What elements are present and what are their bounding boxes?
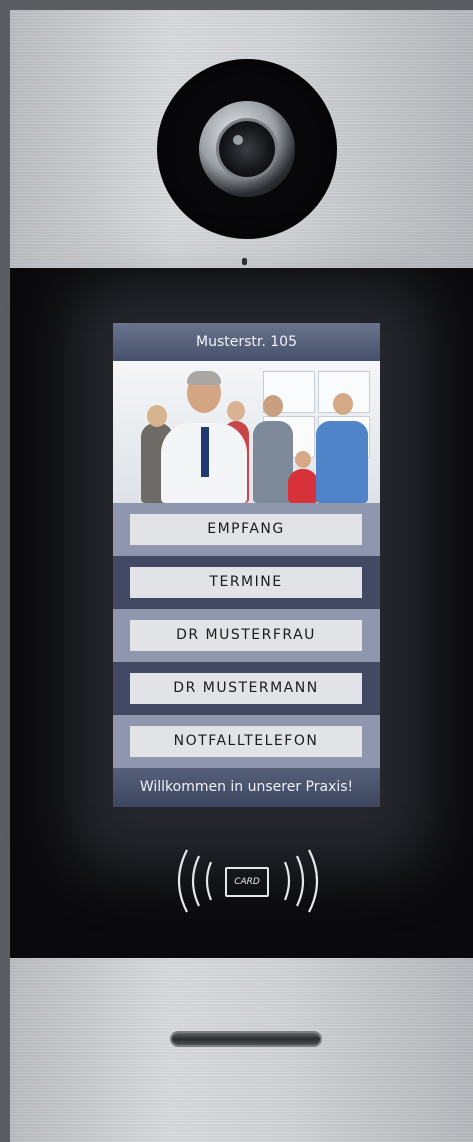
empfang-button[interactable]: EMPFANG: [130, 514, 362, 545]
microphone-icon: [242, 258, 247, 265]
termine-button[interactable]: TERMINE: [130, 567, 362, 598]
display-screen: Musterstr. 105 EMPFANG TERMINE DR MUSTER…: [113, 323, 380, 807]
camera-lens-icon: [199, 101, 295, 197]
intercom-panel: Musterstr. 105 EMPFANG TERMINE DR MUSTER…: [10, 10, 473, 1142]
speaker-plate: [10, 958, 473, 1142]
address-header: Musterstr. 105: [113, 323, 380, 361]
camera-plate: [10, 10, 473, 268]
card-icon: CARD: [225, 867, 269, 897]
notfalltelefon-button[interactable]: NOTFALLTELEFON: [130, 726, 362, 757]
speaker-grille-icon: [172, 1033, 320, 1045]
rfid-reader[interactable]: CARD: [173, 848, 323, 914]
doctor-photo: [113, 361, 380, 503]
dr-mustermann-button[interactable]: DR MUSTERMANN: [130, 673, 362, 704]
camera: [157, 59, 337, 239]
welcome-footer: Willkommen in unserer Praxis!: [113, 768, 380, 807]
dr-musterfrau-button[interactable]: DR MUSTERFRAU: [130, 620, 362, 651]
